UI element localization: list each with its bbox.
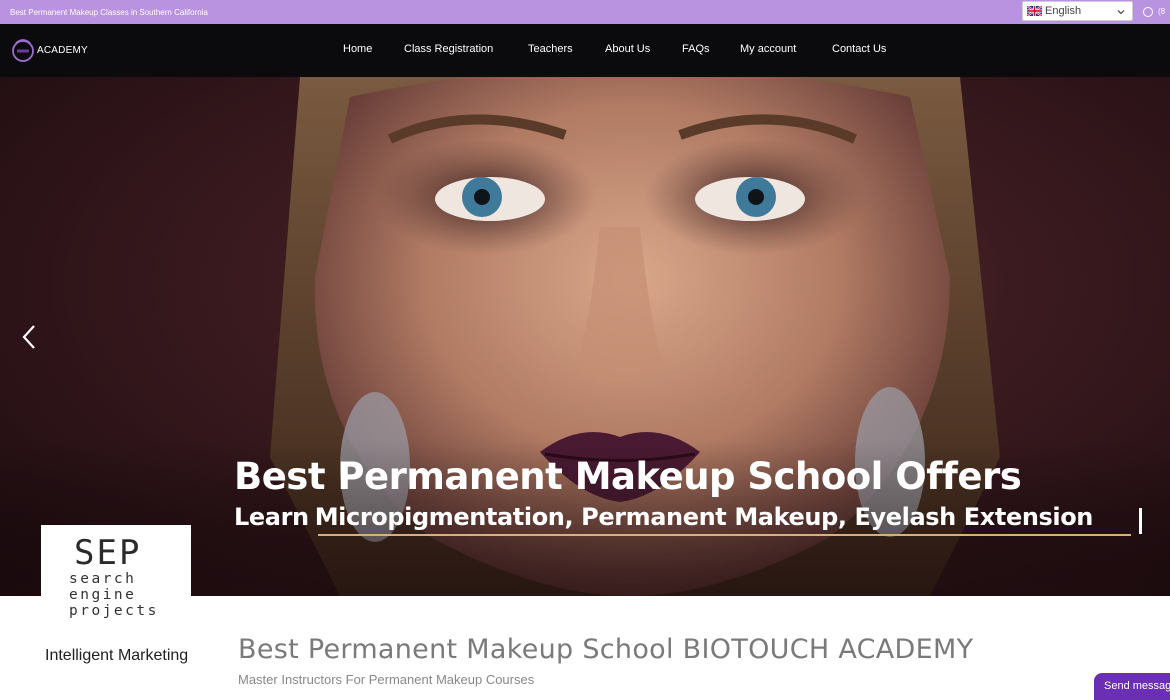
sep-logo: SEP — [74, 533, 142, 573]
page-title: Best Permanent Makeup School BIOTOUCH AC… — [238, 634, 974, 665]
nav-menu: Home Class Registration Teachers About U… — [0, 24, 1170, 77]
nav-item-class-registration[interactable]: Class Registration — [404, 43, 493, 55]
language-selector[interactable]: English — [1022, 1, 1133, 21]
hero-slider: Best Permanent Makeup School Offers Lear… — [0, 77, 1170, 596]
main-navbar: ACADEMY Home Class Registration Teachers… — [0, 24, 1170, 77]
chevron-down-icon — [1117, 10, 1125, 15]
hero-subtitle: Learn Micropigmentation, Permanent Makeup… — [234, 503, 1093, 531]
typing-cursor — [1139, 508, 1142, 534]
nav-item-home[interactable]: Home — [343, 43, 372, 55]
nav-item-contact-us[interactable]: Contact Us — [832, 43, 886, 55]
language-label: English — [1045, 5, 1082, 17]
phone-icon — [1143, 7, 1153, 17]
sep-badge[interactable]: SEP search engine projects Intelligent M… — [41, 525, 191, 700]
sep-words: search engine projects — [69, 571, 159, 619]
sep-word: projects — [69, 603, 159, 619]
nav-item-teachers[interactable]: Teachers — [528, 43, 573, 55]
sep-word: search — [69, 571, 137, 587]
phone-number[interactable]: (8 — [1158, 7, 1165, 16]
announcement-text: Best Permanent Makeup Classes in Souther… — [10, 7, 208, 17]
sep-word: engine — [69, 587, 137, 603]
nav-item-faqs[interactable]: FAQs — [682, 43, 710, 55]
hero-typed-underline — [318, 534, 1131, 536]
hero-subtitle-prefix: Learn — [234, 503, 309, 531]
hero-title: Best Permanent Makeup School Offers — [234, 455, 1022, 498]
send-message-button[interactable]: Send message — [1094, 673, 1170, 700]
hero-subtitle-typed: Micropigmentation, Permanent Makeup, Eye… — [314, 503, 1094, 531]
uk-flag-icon — [1027, 6, 1042, 16]
page-subtitle: Master Instructors For Permanent Makeup … — [238, 672, 535, 687]
sep-tagline: Intelligent Marketing — [45, 647, 189, 664]
nav-item-about-us[interactable]: About Us — [605, 43, 650, 55]
announcement-bar: Best Permanent Makeup Classes in Souther… — [0, 0, 1170, 24]
nav-item-my-account[interactable]: My account — [740, 43, 796, 55]
slider-prev-arrow-icon[interactable] — [20, 323, 38, 351]
